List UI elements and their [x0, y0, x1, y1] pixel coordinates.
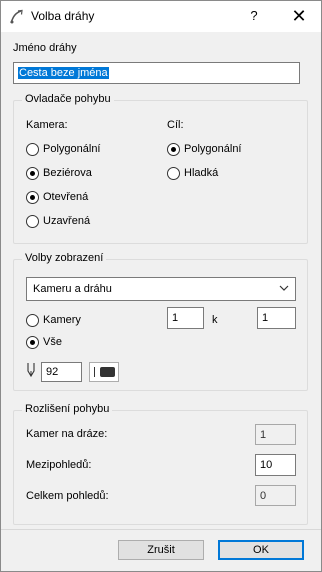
camera-closed-radio[interactable]: [26, 215, 39, 228]
display-mode-select[interactable]: Kameru a dráhu: [26, 277, 296, 301]
cameras-radio[interactable]: [26, 314, 39, 327]
close-icon[interactable]: ✕: [284, 5, 314, 27]
camera-polygonal-radio[interactable]: [26, 143, 39, 156]
chevron-down-icon: [279, 285, 289, 291]
cameras-to-input[interactable]: 1: [257, 307, 296, 329]
target-polygonal-label: Polygonální: [184, 143, 242, 155]
display-options-title: Volby zobrazení: [22, 252, 107, 264]
target-polygonal-radio[interactable]: [167, 143, 180, 156]
title-bar: Volba dráhy ? ✕: [1, 1, 321, 32]
motion-resolution-title: Rozlišení pohybu: [22, 403, 113, 415]
in-between-views-label: Mezipohledů:: [26, 459, 92, 471]
path-options-dialog: Volba dráhy ? ✕ Jméno dráhy Cesta beze j…: [0, 0, 322, 572]
camera-polygonal-label: Polygonální: [43, 143, 101, 155]
ok-button[interactable]: OK: [218, 540, 304, 560]
display-mode-value: Kameru a dráhu: [33, 283, 112, 295]
path-name-value: Cesta beze jména: [18, 67, 109, 79]
camera-closed-label: Uzavřená: [43, 215, 91, 227]
all-radio[interactable]: [26, 336, 39, 349]
cameras-on-path-label: Kamer na dráze:: [26, 428, 108, 440]
pen-color-swatch[interactable]: [89, 362, 119, 382]
cameras-from-input[interactable]: 1: [167, 307, 204, 329]
cancel-button[interactable]: Zrušit: [118, 540, 204, 560]
swatch-color: [100, 367, 115, 377]
footer-divider: [1, 529, 321, 530]
app-icon: [10, 9, 23, 24]
in-between-views-input[interactable]: 10: [255, 454, 296, 476]
camera-label: Kamera:: [26, 119, 68, 131]
motion-controls-title: Ovladače pohybu: [22, 93, 114, 105]
camera-bezier-label: Beziérova: [43, 167, 92, 179]
camera-open-label: Otevřená: [43, 191, 89, 203]
swatch-divider: [94, 367, 95, 377]
path-name-label: Jméno dráhy: [13, 42, 77, 54]
camera-open-radio[interactable]: [26, 191, 39, 204]
cameras-to-label: k: [212, 314, 218, 326]
window-title: Volba dráhy: [31, 9, 95, 23]
all-radio-label: Vše: [43, 336, 62, 348]
target-smooth-label: Hladká: [184, 167, 219, 179]
pen-icon: [27, 363, 35, 378]
cameras-on-path-value: 1: [255, 424, 296, 445]
help-button[interactable]: ?: [244, 8, 264, 26]
target-label: Cíl:: [167, 119, 184, 131]
cameras-radio-label: Kamery: [43, 314, 81, 326]
target-smooth-radio[interactable]: [167, 167, 180, 180]
camera-bezier-radio[interactable]: [26, 167, 39, 180]
total-views-label: Celkem pohledů:: [26, 490, 109, 502]
total-views-value: 0: [255, 485, 296, 506]
path-name-input[interactable]: Cesta beze jména: [13, 62, 300, 84]
pen-number-input[interactable]: 92: [41, 362, 82, 382]
